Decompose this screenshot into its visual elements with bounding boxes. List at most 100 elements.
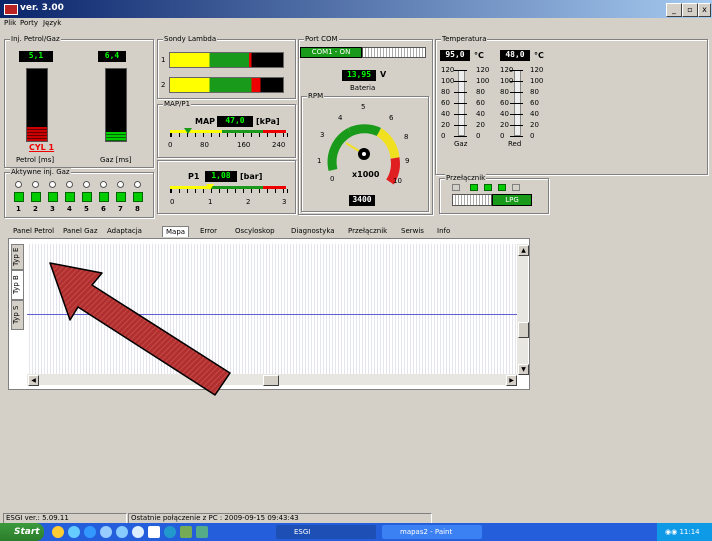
gas-scale-left-80: 80 bbox=[441, 88, 450, 96]
injector-number-6: 6 bbox=[101, 205, 106, 213]
p1-tick-2: 2 bbox=[246, 198, 251, 206]
lpg-button[interactable]: LPG bbox=[492, 194, 532, 206]
active-injectors-label: Aktywne inj. Gaz bbox=[10, 168, 71, 176]
injector-indicator-7 bbox=[116, 192, 126, 202]
quicklaunch-icon-4[interactable] bbox=[100, 526, 112, 538]
switch-led-3 bbox=[484, 184, 492, 191]
scroll-left-button[interactable]: ◀ bbox=[28, 375, 39, 386]
tab-error[interactable]: Error bbox=[197, 226, 220, 236]
maximize-button[interactable]: ▫ bbox=[682, 3, 698, 17]
horizontal-scroll-thumb[interactable] bbox=[263, 375, 279, 386]
quicklaunch-icon-10[interactable] bbox=[196, 526, 208, 538]
injector-radio-1[interactable] bbox=[15, 181, 22, 188]
injector-number-4: 4 bbox=[67, 205, 72, 213]
scroll-down-button[interactable]: ▼ bbox=[518, 364, 529, 375]
system-tray: ◉◉ 11:14 bbox=[657, 523, 712, 541]
injection-group-label: Inj. Petrol/Gaz bbox=[10, 35, 61, 43]
map-tick-80: 80 bbox=[200, 141, 209, 149]
red-scale-right-100: 100 bbox=[530, 77, 544, 85]
red-scale-right-40: 40 bbox=[530, 110, 539, 118]
vertical-scrollbar[interactable] bbox=[517, 244, 528, 374]
red-scale-right-20: 20 bbox=[530, 121, 539, 129]
temp-tick bbox=[510, 103, 523, 104]
map-ticks bbox=[170, 133, 288, 137]
tab-mapa[interactable]: Mapa bbox=[162, 226, 190, 237]
injector-radio-8[interactable] bbox=[134, 181, 141, 188]
petrol-label: Petrol [ms] bbox=[16, 156, 55, 164]
tab-adaptacja[interactable]: Adaptacja bbox=[104, 226, 145, 236]
lambda-group-label: Sondy Lambda bbox=[163, 35, 218, 43]
switch-slider[interactable] bbox=[452, 194, 492, 206]
quicklaunch-icon-9[interactable] bbox=[180, 526, 192, 538]
rpm-arc-green bbox=[327, 128, 353, 172]
vertical-scroll-thumb[interactable] bbox=[518, 322, 529, 338]
rpm-hub-center bbox=[362, 152, 366, 156]
quicklaunch-icon-5[interactable] bbox=[116, 526, 128, 538]
injector-number-2: 2 bbox=[33, 205, 38, 213]
tab-info[interactable]: Info bbox=[434, 226, 453, 236]
injector-number-3: 3 bbox=[50, 205, 55, 213]
rpm-arc-yellow bbox=[376, 128, 400, 159]
menu-porty[interactable]: Porty bbox=[20, 19, 38, 27]
lambda-bar-1 bbox=[169, 52, 284, 68]
gas-scale-right-60: 60 bbox=[476, 99, 485, 107]
red-scale-right-120: 120 bbox=[530, 66, 544, 74]
taskbar-task-esgi[interactable]: ESGI bbox=[276, 525, 376, 539]
switch-led-5 bbox=[512, 184, 520, 191]
map-tick-0: 0 bbox=[168, 141, 173, 149]
tab-diagnostyka[interactable]: Diagnostyka bbox=[288, 226, 338, 236]
p1-label: P1 bbox=[188, 172, 200, 181]
injector-radio-3[interactable] bbox=[49, 181, 56, 188]
gas-scale-right-0: 0 bbox=[476, 132, 481, 140]
scroll-right-button[interactable]: ▶ bbox=[506, 375, 517, 386]
temp-tick bbox=[454, 70, 467, 71]
minimize-button[interactable]: _ bbox=[666, 3, 682, 17]
tab-przelacznik[interactable]: Przełącznik bbox=[345, 226, 390, 236]
quicklaunch-icon-8[interactable] bbox=[164, 526, 176, 538]
injector-indicator-8 bbox=[133, 192, 143, 202]
injector-radio-6[interactable] bbox=[100, 181, 107, 188]
tab-serwis[interactable]: Serwis bbox=[398, 226, 427, 236]
rpm-tick-10: 10 bbox=[393, 177, 402, 185]
tray-icons[interactable]: ◉◉ bbox=[657, 528, 677, 536]
rpm-tick-8: 8 bbox=[404, 133, 409, 141]
taskbar-task-paint[interactable]: mapas2 - Paint bbox=[382, 525, 482, 539]
temp-tick bbox=[510, 70, 523, 71]
tab-typ-e[interactable]: Typ E bbox=[11, 244, 24, 270]
tab-oscyloskop[interactable]: Oscyloskop bbox=[232, 226, 278, 236]
rpm-multiplier: x1000 bbox=[352, 170, 380, 179]
start-button[interactable]: Start bbox=[0, 523, 44, 541]
quicklaunch-icon-3[interactable] bbox=[84, 526, 96, 538]
quicklaunch-icon-2[interactable] bbox=[68, 526, 80, 538]
switch-group-label: Przełącznik bbox=[445, 174, 487, 182]
quicklaunch-icon-1[interactable] bbox=[52, 526, 64, 538]
injector-radio-5[interactable] bbox=[83, 181, 90, 188]
gas-label: Gaz [ms] bbox=[100, 156, 132, 164]
red-scale-left-20: 20 bbox=[500, 121, 509, 129]
p1-value: 1,08 bbox=[205, 171, 237, 182]
quicklaunch-icon-7[interactable] bbox=[148, 526, 160, 538]
status-bar: ESGI ver.: 5.09.11 Ostatnie połączenie z… bbox=[0, 512, 712, 524]
temp-tick bbox=[454, 92, 467, 93]
injector-radio-2[interactable] bbox=[32, 181, 39, 188]
quicklaunch-icon-6[interactable] bbox=[132, 526, 144, 538]
close-button[interactable]: x bbox=[698, 3, 711, 17]
tab-typ-s[interactable]: Typ S bbox=[11, 300, 24, 330]
title-bar bbox=[0, 0, 712, 18]
taskbar: Start ESGI mapas2 - Paint ◉◉ 11:14 bbox=[0, 523, 712, 541]
map-tick-160: 160 bbox=[237, 141, 251, 149]
port-com-label: Port COM bbox=[304, 35, 339, 43]
tab-typ-b[interactable]: Typ B bbox=[11, 270, 24, 300]
battery-label: Bateria bbox=[350, 84, 376, 92]
scroll-up-button[interactable]: ▲ bbox=[518, 245, 529, 256]
tab-panel-gaz[interactable]: Panel Gaz bbox=[60, 226, 101, 236]
lambda-row-1-label: 1 bbox=[161, 56, 166, 64]
menu-plik[interactable]: Plik bbox=[4, 19, 16, 27]
temp-tick bbox=[454, 81, 467, 82]
gas-scale-left-120: 120 bbox=[441, 66, 455, 74]
injector-radio-4[interactable] bbox=[66, 181, 73, 188]
tab-panel-petrol[interactable]: Panel Petrol bbox=[10, 226, 57, 236]
menu-jezyk[interactable]: Język bbox=[43, 19, 61, 27]
injector-radio-7[interactable] bbox=[117, 181, 124, 188]
temp-tick bbox=[454, 103, 467, 104]
